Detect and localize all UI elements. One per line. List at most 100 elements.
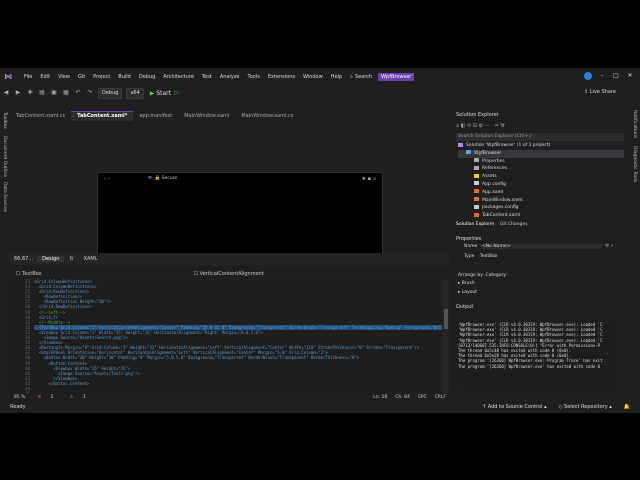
editor-scroll-thumb[interactable] <box>444 309 448 329</box>
app-preview[interactable]: ‹ › ⟲ 🔒 Secure ★ ▪ ▫ <box>97 172 383 258</box>
designer-zoom[interactable]: 66,67... <box>10 256 37 262</box>
tree-item[interactable]: TabContent.xaml <box>458 212 624 220</box>
open-icon[interactable]: ▤ <box>38 89 46 97</box>
editor-status-bar: 85 % ⊗ 2 ⚠ 1 Ln: 58 Ch: 84 SPC CRLF <box>10 393 450 401</box>
error-count[interactable]: ⊗ 2 <box>29 395 61 400</box>
platform-select[interactable]: x64 <box>126 87 144 99</box>
warning-count-value: 1 <box>83 394 86 400</box>
diagnostic-tools-tab[interactable]: Diagnostic Tools <box>632 146 637 182</box>
menu-architecture[interactable]: Architecture <box>159 74 198 80</box>
whitespace-indicator: SPC <box>417 394 427 400</box>
tab-mainwindow-xaml[interactable]: MainWindow.xaml <box>178 112 235 121</box>
member-select-label: VerticalContentAlignment <box>199 271 264 277</box>
category-layout[interactable]: ▸ Layout <box>458 290 477 295</box>
toolbox-tab[interactable]: Toolbox <box>2 112 7 129</box>
tree-item[interactable]: References <box>458 165 624 173</box>
new-item-icon[interactable]: ✚ <box>26 89 34 97</box>
xaml-code-editor[interactable]: 23 24 25 26 27 28 29 30 31 32 33 34 35 36 37 38 39 40 41 42… <box>10 279 442 393</box>
output-line: The program '[26360] WpfBrowser.exe' has… <box>458 363 601 369</box>
menu-git[interactable]: Git <box>74 74 89 80</box>
tree-item[interactable]: Solution 'WpfBrowser' (1 of 1 project) <box>458 142 624 150</box>
file-icon <box>474 189 479 194</box>
arrange-by-select[interactable]: Arrange by: Category <box>458 273 506 278</box>
search-label: Search <box>354 74 373 80</box>
menu-project[interactable]: Project <box>89 74 114 80</box>
right-tool-rail: Notifications Diagnostic Tools <box>630 104 640 404</box>
maximize-icon[interactable]: □ <box>612 72 620 80</box>
swap-panes-icon[interactable]: ⇅ <box>64 256 78 262</box>
tab-tabcontent-xaml[interactable]: TabContent.xaml* <box>71 111 134 121</box>
error-count-value: 2 <box>50 394 54 400</box>
menu-file[interactable]: File <box>20 74 36 80</box>
tree-item[interactable]: Properties <box>458 158 624 166</box>
properties-name-input[interactable]: <No Name> <box>480 244 602 249</box>
forward-icon[interactable]: ▶ <box>14 89 22 97</box>
element-select[interactable]: ☐ TextBox <box>10 271 48 277</box>
code-text[interactable]: <Grid.ColumnDefinitions> <Grid.ColumnDef… <box>34 279 442 393</box>
tab-app-manifest[interactable]: app.manifest <box>133 112 178 121</box>
status-ready: Ready <box>10 404 26 410</box>
menu-view[interactable]: View <box>54 74 74 80</box>
select-repository-button[interactable]: ◇ Select Repository ▴ <box>559 404 612 410</box>
search-box[interactable]: ⌕ Search <box>350 74 372 80</box>
file-icon <box>474 181 479 186</box>
notifications-bell-icon[interactable]: 🔔 <box>624 404 630 410</box>
properties-wrench-icon[interactable]: ⚒ ⚡ <box>605 244 614 249</box>
add-to-source-control-button[interactable]: ↑ Add to Source Control ▴ <box>482 404 547 410</box>
solution-explorer-search-input[interactable]: Search Solution Explorer (Ctrl+;) <box>456 133 624 141</box>
properties-name-label: Name <box>464 244 478 249</box>
tab-solution-explorer[interactable]: Solution Explorer <box>456 222 495 227</box>
configuration-select[interactable]: Debug <box>98 87 123 99</box>
start-label: Start <box>156 89 171 97</box>
menu-tools[interactable]: Tools <box>243 74 263 80</box>
output-title: Output <box>456 304 474 310</box>
menu-edit[interactable]: Edit <box>36 74 54 80</box>
tree-item[interactable]: Assets <box>458 173 624 181</box>
tab-git-changes[interactable]: Git Changes <box>500 222 528 227</box>
menu-build[interactable]: Build <box>114 74 135 80</box>
menu-extensions[interactable]: Extensions <box>264 74 299 80</box>
tree-item-label: App.config <box>482 181 506 187</box>
minimize-icon[interactable]: – <box>598 72 606 80</box>
menu-test[interactable]: Test <box>198 74 216 80</box>
tree-item[interactable]: App.xaml <box>458 189 624 197</box>
tree-item-label: App.xaml <box>482 189 504 195</box>
close-icon[interactable]: ✕ <box>626 72 634 80</box>
live-share-button[interactable]: ⇪ Live Share <box>584 89 616 95</box>
back-icon[interactable]: ◀ <box>2 89 10 97</box>
start-button[interactable]: ▶ Start <box>150 90 171 97</box>
category-brush[interactable]: ▸ Brush <box>458 281 475 286</box>
editor-zoom[interactable]: 85 % <box>10 395 29 400</box>
design-tab[interactable]: Design <box>37 256 65 262</box>
tree-item-label: MainWindow.xaml <box>482 197 523 203</box>
menu-debug[interactable]: Debug <box>135 74 159 80</box>
tree-item[interactable]: WpfBrowser <box>458 149 624 158</box>
solution-tree: Solution 'WpfBrowser' (1 of 1 project) Wp… <box>458 142 624 220</box>
warning-count[interactable]: ⚠ 1 <box>62 395 94 400</box>
undo-icon[interactable]: ↶ <box>74 89 82 97</box>
save-all-icon[interactable]: ▦ <box>62 89 70 97</box>
code-line[interactable]: </Button.Content> <box>34 381 442 386</box>
line-ending-indicator: CRLF <box>434 394 446 400</box>
solution-explorer-toolbar-icons[interactable]: ⌂ ◧ ⟳ ⊟ ⚙ ⋯ ✂ ⚒ <box>456 123 505 129</box>
editor-scrollbar[interactable] <box>442 279 450 393</box>
redo-icon[interactable]: ↷ <box>86 89 94 97</box>
file-icon <box>474 173 479 178</box>
notifications-tab[interactable]: Notifications <box>632 110 637 138</box>
run-without-debug-icon[interactable]: ▷ <box>173 89 181 97</box>
account-avatar[interactable] <box>584 72 592 80</box>
tab-mainwindow-xaml-cs[interactable]: MainWindow.xaml.cs <box>235 112 299 121</box>
tree-item[interactable]: App.config <box>458 181 624 189</box>
output-text[interactable]: 'WpfBrowser.exe' (CLR v4.0.30319: WpfBro… <box>458 322 618 390</box>
tab-tabcontent-xaml-cs[interactable]: TabContent.xaml.cs <box>10 112 71 121</box>
tree-item[interactable]: packages.config <box>458 204 624 212</box>
member-select[interactable]: ☐ VerticalContentAlignment <box>188 271 270 277</box>
menu-window[interactable]: Window <box>299 74 327 80</box>
tree-item[interactable]: MainWindow.xaml <box>458 197 624 205</box>
save-icon[interactable]: ▣ <box>50 89 58 97</box>
document-outline-tab[interactable]: Document Outline <box>2 136 7 177</box>
xaml-tab[interactable]: XAML <box>79 256 103 262</box>
menu-analyze[interactable]: Analyze <box>216 74 244 80</box>
data-sources-tab[interactable]: Data Sources <box>2 182 7 212</box>
menu-help[interactable]: Help <box>327 74 346 80</box>
